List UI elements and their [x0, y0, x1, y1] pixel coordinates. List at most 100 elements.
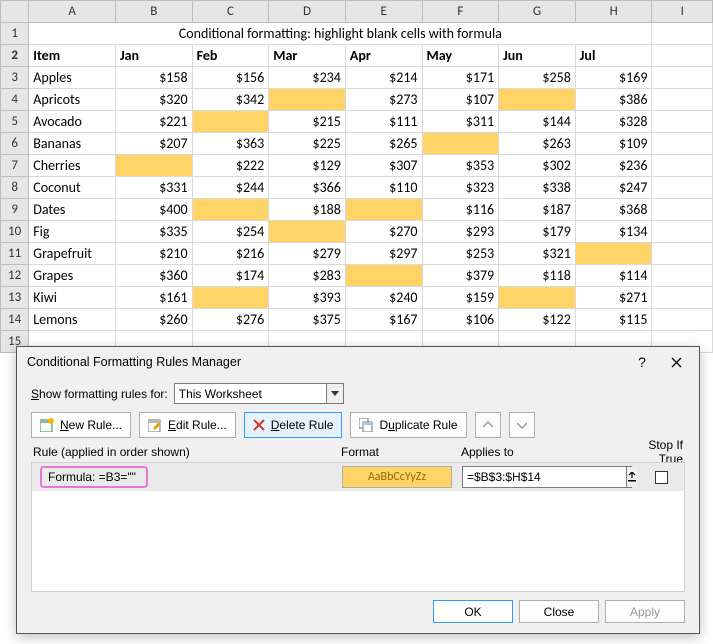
- cell[interactable]: [652, 23, 713, 45]
- cell[interactable]: [652, 89, 713, 111]
- cell[interactable]: $276: [192, 309, 269, 331]
- cell[interactable]: $129: [269, 155, 346, 177]
- cell[interactable]: [345, 199, 422, 221]
- cell[interactable]: $400: [115, 199, 192, 221]
- hdr-jun[interactable]: Jun: [499, 45, 576, 67]
- cell[interactable]: $293: [422, 221, 499, 243]
- cell[interactable]: $221: [115, 111, 192, 133]
- hdr-item[interactable]: Item: [29, 45, 116, 67]
- col-hdr-C[interactable]: C: [192, 1, 269, 23]
- row-hdr-11[interactable]: 11: [1, 243, 29, 265]
- cell[interactable]: [192, 287, 269, 309]
- applies-to-input[interactable]: [463, 470, 626, 484]
- row-hdr-1[interactable]: 1: [1, 23, 29, 45]
- row-hdr-6[interactable]: 6: [1, 133, 29, 155]
- cell-item[interactable]: Cherries: [29, 155, 116, 177]
- cell[interactable]: $156: [192, 67, 269, 89]
- cell[interactable]: $254: [192, 221, 269, 243]
- col-hdr-E[interactable]: E: [345, 1, 422, 23]
- hdr-mar[interactable]: Mar: [269, 45, 346, 67]
- ok-button[interactable]: OK: [433, 600, 513, 623]
- cell-item[interactable]: Apples: [29, 67, 116, 89]
- cell[interactable]: [269, 89, 346, 111]
- apply-button[interactable]: Apply: [605, 600, 685, 623]
- row-hdr-14[interactable]: 14: [1, 309, 29, 331]
- cell[interactable]: [192, 111, 269, 133]
- cell[interactable]: $247: [575, 177, 652, 199]
- spreadsheet-grid[interactable]: A B C D E F G H I 1 Conditional formatti…: [0, 0, 713, 353]
- cell[interactable]: $111: [345, 111, 422, 133]
- cell[interactable]: $222: [192, 155, 269, 177]
- close-button[interactable]: [659, 350, 693, 374]
- cell[interactable]: $368: [575, 199, 652, 221]
- cell[interactable]: $116: [422, 199, 499, 221]
- cell[interactable]: [652, 67, 713, 89]
- cell-item[interactable]: Coconut: [29, 177, 116, 199]
- row-hdr-7[interactable]: 7: [1, 155, 29, 177]
- cell[interactable]: $188: [269, 199, 346, 221]
- rules-list[interactable]: Formula: =B3="" AaBbCcYyZz: [31, 462, 685, 592]
- cell[interactable]: $360: [115, 265, 192, 287]
- cell[interactable]: $279: [269, 243, 346, 265]
- cell[interactable]: [652, 155, 713, 177]
- cell[interactable]: $363: [192, 133, 269, 155]
- cell[interactable]: [192, 199, 269, 221]
- col-hdr-I[interactable]: I: [652, 1, 713, 23]
- cell[interactable]: $323: [422, 177, 499, 199]
- cell[interactable]: $240: [345, 287, 422, 309]
- cell[interactable]: [652, 199, 713, 221]
- cell[interactable]: $187: [499, 199, 576, 221]
- row-hdr-12[interactable]: 12: [1, 265, 29, 287]
- cell[interactable]: [422, 133, 499, 155]
- cell[interactable]: $307: [345, 155, 422, 177]
- cell[interactable]: [652, 45, 713, 67]
- sheet-title[interactable]: Conditional formatting: highlight blank …: [29, 23, 652, 45]
- row-hdr-13[interactable]: 13: [1, 287, 29, 309]
- cell[interactable]: $225: [269, 133, 346, 155]
- cell[interactable]: $320: [115, 89, 192, 111]
- cell[interactable]: [652, 221, 713, 243]
- cell[interactable]: $311: [422, 111, 499, 133]
- cell[interactable]: $161: [115, 287, 192, 309]
- close-footer-button[interactable]: Close: [519, 600, 599, 623]
- cell[interactable]: $107: [422, 89, 499, 111]
- cell[interactable]: [652, 243, 713, 265]
- cell[interactable]: $234: [269, 67, 346, 89]
- hdr-may[interactable]: May: [422, 45, 499, 67]
- cell[interactable]: $321: [499, 243, 576, 265]
- delete-rule-button[interactable]: Delete Rule: [244, 412, 343, 438]
- cell[interactable]: $122: [499, 309, 576, 331]
- rule-row[interactable]: Formula: =B3="" AaBbCcYyZz: [32, 463, 684, 491]
- cell[interactable]: $214: [345, 67, 422, 89]
- new-rule-button[interactable]: New Rule...: [31, 412, 131, 438]
- cell[interactable]: $379: [422, 265, 499, 287]
- cell[interactable]: [652, 133, 713, 155]
- row-hdr-10[interactable]: 10: [1, 221, 29, 243]
- cell[interactable]: $244: [192, 177, 269, 199]
- cell[interactable]: $353: [422, 155, 499, 177]
- cell[interactable]: [345, 265, 422, 287]
- cell[interactable]: $263: [499, 133, 576, 155]
- cell-item[interactable]: Bananas: [29, 133, 116, 155]
- hdr-feb[interactable]: Feb: [192, 45, 269, 67]
- duplicate-rule-button[interactable]: Duplicate Rule: [350, 412, 466, 438]
- cell[interactable]: $158: [115, 67, 192, 89]
- cell[interactable]: $386: [575, 89, 652, 111]
- cell[interactable]: $253: [422, 243, 499, 265]
- cell-item[interactable]: Grapefruit: [29, 243, 116, 265]
- cell[interactable]: $171: [422, 67, 499, 89]
- row-hdr-3[interactable]: 3: [1, 67, 29, 89]
- cell[interactable]: $114: [575, 265, 652, 287]
- col-hdr-D[interactable]: D: [269, 1, 346, 23]
- cell[interactable]: $210: [115, 243, 192, 265]
- range-picker-button[interactable]: [626, 467, 637, 487]
- cell-item[interactable]: Avocado: [29, 111, 116, 133]
- cell[interactable]: [652, 287, 713, 309]
- col-hdr-F[interactable]: F: [422, 1, 499, 23]
- hdr-jan[interactable]: Jan: [115, 45, 192, 67]
- cell[interactable]: $335: [115, 221, 192, 243]
- cell[interactable]: $297: [345, 243, 422, 265]
- row-hdr-4[interactable]: 4: [1, 89, 29, 111]
- cell[interactable]: $179: [499, 221, 576, 243]
- cell[interactable]: $393: [269, 287, 346, 309]
